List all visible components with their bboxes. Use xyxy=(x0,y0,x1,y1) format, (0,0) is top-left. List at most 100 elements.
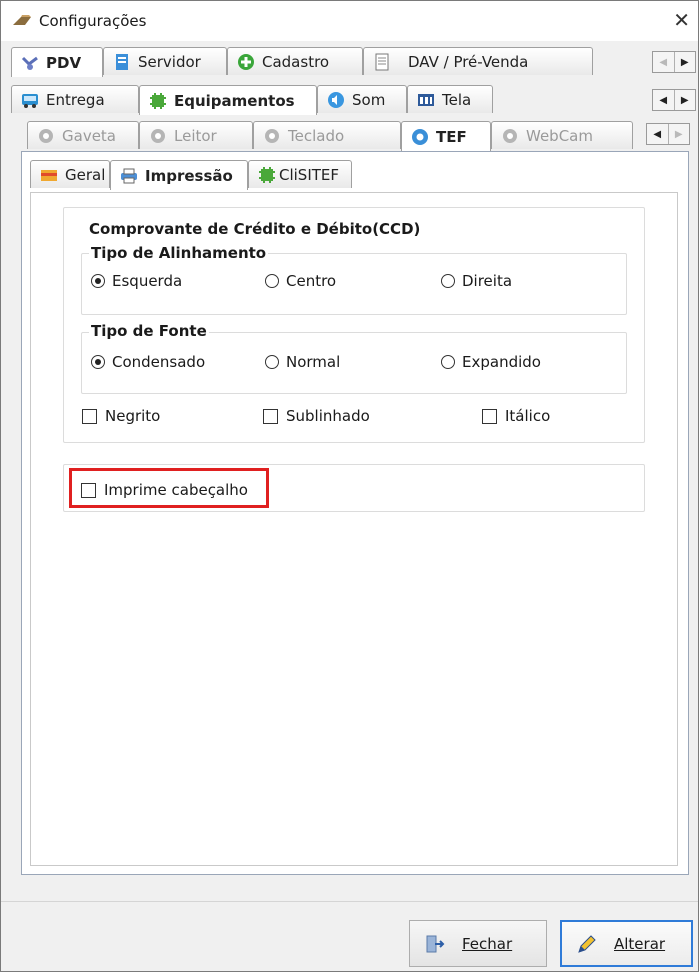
equipment-icon xyxy=(257,166,277,184)
font-normal-radio[interactable]: Normal xyxy=(265,352,340,372)
gear-icon xyxy=(36,127,56,145)
tabs-level1: PDV Servidor Cadastro DAV / Pré-Venda ◀ … xyxy=(11,47,696,77)
tab-teclado-label: Teclado xyxy=(288,126,345,145)
align-centro-label: Centro xyxy=(286,272,337,290)
tabs-level3-scroller[interactable]: ◀ ▶ xyxy=(646,123,690,145)
checkbox-icon xyxy=(81,482,96,498)
align-esquerda-radio[interactable]: Esquerda xyxy=(91,271,182,291)
scroll-left-icon[interactable]: ◀ xyxy=(653,52,674,72)
radio-icon xyxy=(265,274,279,288)
close-button-label: Fechar xyxy=(462,934,513,953)
truck-icon xyxy=(20,91,40,109)
radio-icon xyxy=(441,355,455,369)
tab-dav-label: DAV / Pré-Venda xyxy=(408,52,529,71)
scroll-right-icon[interactable]: ▶ xyxy=(673,90,696,110)
tabs-level4: Geral Impressão CliSITEF xyxy=(30,160,370,192)
footer-bar: Fechar Alterar xyxy=(1,901,698,971)
tab-entrega[interactable]: Entrega xyxy=(11,85,139,113)
printer-icon xyxy=(119,167,139,185)
tab-servidor-label: Servidor xyxy=(138,52,201,71)
tab-tef-label: TEF xyxy=(436,127,467,146)
sublinhado-label: Sublinhado xyxy=(286,407,370,425)
checkbox-icon xyxy=(482,408,497,424)
scroll-right-icon[interactable]: ▶ xyxy=(667,124,690,144)
change-button[interactable]: Alterar xyxy=(560,920,693,967)
negrito-label: Negrito xyxy=(105,407,161,425)
font-condensado-label: Condensado xyxy=(112,353,206,371)
tab-tela-label: Tela xyxy=(442,90,472,109)
tab-clisitef[interactable]: CliSITEF xyxy=(248,160,352,188)
font-expandido-label: Expandido xyxy=(462,353,541,371)
tab-clisitef-label: CliSITEF xyxy=(279,165,340,184)
server-icon xyxy=(112,53,132,71)
tab-equipamentos[interactable]: Equipamentos xyxy=(139,85,317,115)
radio-icon xyxy=(265,355,279,369)
tab-tef[interactable]: TEF xyxy=(401,121,491,151)
tab-gaveta[interactable]: Gaveta xyxy=(27,121,139,149)
font-expandido-radio[interactable]: Expandido xyxy=(441,352,541,372)
scroll-left-icon[interactable]: ◀ xyxy=(647,124,668,144)
gear-icon xyxy=(500,127,520,145)
tab-pdv[interactable]: PDV xyxy=(11,47,103,77)
tabs-level3: Gaveta Leitor Teclado TEF WebCam ◀ ▶ xyxy=(27,121,696,151)
tab-impressao[interactable]: Impressão xyxy=(110,160,248,190)
tab-geral-label: Geral xyxy=(65,165,106,184)
pdv-icon xyxy=(20,54,40,72)
tab-webcam[interactable]: WebCam xyxy=(491,121,633,149)
scroll-right-icon[interactable]: ▶ xyxy=(673,52,696,72)
align-direita-radio[interactable]: Direita xyxy=(441,271,512,291)
print-header-checkbox[interactable]: Imprime cabeçalho xyxy=(81,480,248,500)
app-icon xyxy=(11,12,33,30)
italico-label: Itálico xyxy=(505,407,551,425)
font-group-title: Tipo de Fonte xyxy=(89,322,209,340)
tab-leitor[interactable]: Leitor xyxy=(139,121,253,149)
print-header-label: Imprime cabeçalho xyxy=(104,481,248,499)
tab-cadastro-label: Cadastro xyxy=(262,52,330,71)
tab-teclado[interactable]: Teclado xyxy=(253,121,401,149)
tab-geral[interactable]: Geral xyxy=(30,160,110,188)
radio-selected-icon xyxy=(91,355,105,369)
gear-icon xyxy=(410,128,430,146)
checkbox-icon xyxy=(82,408,97,424)
window-title: Configurações xyxy=(39,12,147,30)
align-esquerda-label: Esquerda xyxy=(112,272,183,290)
tab-pdv-label: PDV xyxy=(46,53,82,72)
exit-icon xyxy=(424,933,446,955)
tab-impressao-label: Impressão xyxy=(145,166,233,185)
tab-leitor-label: Leitor xyxy=(174,126,217,145)
close-button[interactable]: Fechar xyxy=(409,920,547,967)
align-centro-radio[interactable]: Centro xyxy=(265,271,336,291)
italico-checkbox[interactable]: Itálico xyxy=(482,406,550,426)
tab-som-label: Som xyxy=(352,90,386,109)
radio-selected-icon xyxy=(91,274,105,288)
scroll-left-icon[interactable]: ◀ xyxy=(653,90,674,110)
screen-icon xyxy=(416,91,436,109)
document-icon xyxy=(372,53,392,71)
config-window: Configurações ✕ PDV Servidor Cadastro DA… xyxy=(0,0,699,972)
add-icon xyxy=(236,53,256,71)
radio-icon xyxy=(441,274,455,288)
pencil-icon xyxy=(576,933,598,955)
change-button-label: Alterar xyxy=(614,934,666,953)
negrito-checkbox[interactable]: Negrito xyxy=(82,406,160,426)
tab-dav[interactable]: DAV / Pré-Venda xyxy=(363,47,593,75)
tabs-level2: Entrega Equipamentos Som Tela ◀ ▶ xyxy=(11,85,696,115)
font-condensado-radio[interactable]: Condensado xyxy=(91,352,205,372)
tab-equipamentos-label: Equipamentos xyxy=(174,91,295,110)
tab-som[interactable]: Som xyxy=(317,85,407,113)
tab-cadastro[interactable]: Cadastro xyxy=(227,47,363,75)
folder-icon xyxy=(39,166,59,184)
sound-icon xyxy=(326,91,346,109)
alignment-group-title: Tipo de Alinhamento xyxy=(89,244,269,262)
close-icon[interactable]: ✕ xyxy=(673,9,690,31)
tabs-level1-scroller[interactable]: ◀ ▶ xyxy=(652,51,696,73)
sublinhado-checkbox[interactable]: Sublinhado xyxy=(263,406,370,426)
ccd-group-title: Comprovante de Crédito e Débito(CCD) xyxy=(87,220,423,238)
checkbox-icon xyxy=(263,408,278,424)
tab-webcam-label: WebCam xyxy=(526,126,593,145)
tabs-level2-scroller[interactable]: ◀ ▶ xyxy=(652,89,696,111)
title-bar: Configurações ✕ xyxy=(1,1,698,41)
align-direita-label: Direita xyxy=(462,272,513,290)
tab-tela[interactable]: Tela xyxy=(407,85,493,113)
tab-servidor[interactable]: Servidor xyxy=(103,47,227,75)
